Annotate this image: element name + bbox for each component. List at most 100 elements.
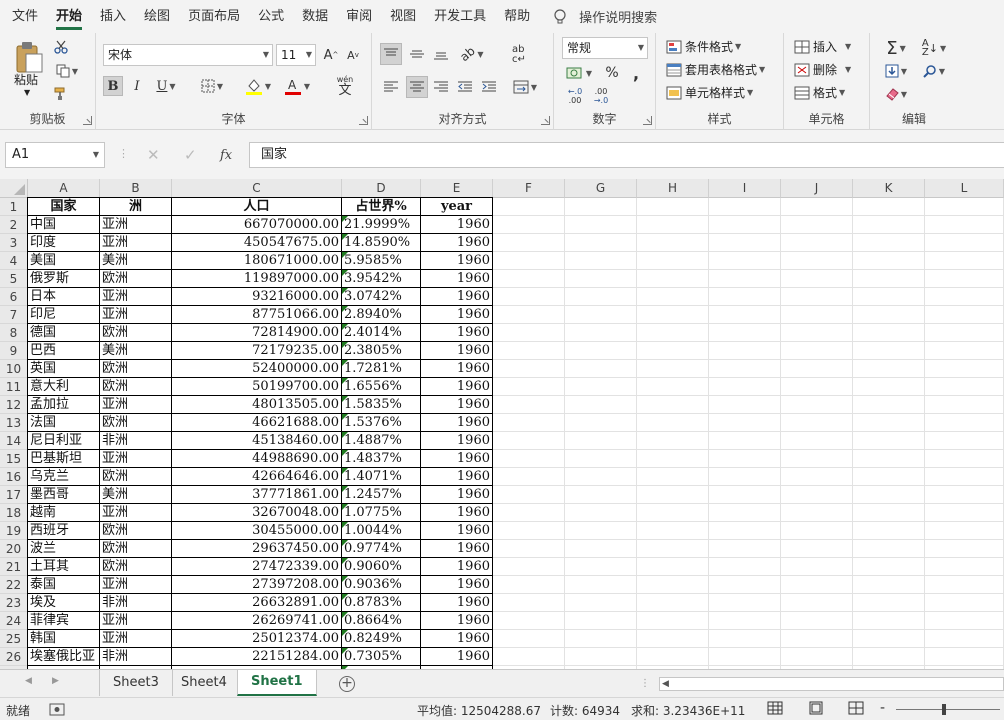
copy-icon[interactable]: ▼ <box>52 63 82 79</box>
cell-world-share[interactable]: 0.8664% <box>342 612 421 630</box>
cell-population[interactable]: 22151284.00 <box>172 648 342 666</box>
cell-year[interactable]: 1960 <box>421 486 493 504</box>
align-top-icon[interactable] <box>380 43 402 65</box>
macro-record-icon[interactable] <box>49 703 65 716</box>
align-center-icon[interactable] <box>406 76 428 98</box>
font-color-icon[interactable]: A ▼ <box>280 75 314 97</box>
zoom-out-icon[interactable]: - <box>880 700 885 716</box>
phonetic-icon[interactable]: wén 文 <box>328 74 362 98</box>
cell-year[interactable]: 1960 <box>421 522 493 540</box>
column-header-i[interactable]: I <box>709 179 781 198</box>
cell-country[interactable]: 法国 <box>28 414 100 432</box>
cell-world-share[interactable]: 2.3805% <box>342 342 421 360</box>
cell-world-share[interactable]: 2.4014% <box>342 324 421 342</box>
cell-country[interactable]: 越南 <box>28 504 100 522</box>
row-header-12[interactable]: 12 <box>0 396 28 414</box>
cell-continent[interactable]: 亚洲 <box>100 396 172 414</box>
header-cell-continent[interactable]: 洲 <box>100 198 172 216</box>
cell-country[interactable]: 尼日利亚 <box>28 432 100 450</box>
tell-me-search[interactable]: 操作说明搜索 <box>553 7 657 26</box>
row-header-8[interactable]: 8 <box>0 324 28 342</box>
cell-country[interactable]: 韩国 <box>28 630 100 648</box>
cell-continent[interactable]: 欧洲 <box>100 360 172 378</box>
cell-year[interactable]: 1960 <box>421 468 493 486</box>
align-bottom-icon[interactable] <box>430 43 452 65</box>
header-cell-year[interactable]: year <box>421 198 493 216</box>
menu-tab-file[interactable]: 文件 <box>3 0 47 33</box>
number-launcher-icon[interactable] <box>643 116 652 125</box>
format-as-table-button[interactable]: 套用表格格式 ▼ <box>666 61 765 78</box>
tab-split-handle-icon[interactable]: ⋮ <box>640 678 650 689</box>
menu-tab-page-layout[interactable]: 页面布局 <box>179 0 249 33</box>
cell-continent[interactable]: 亚洲 <box>100 234 172 252</box>
cell-population[interactable]: 26632891.00 <box>172 594 342 612</box>
cell-country[interactable]: 埃及 <box>28 594 100 612</box>
zoom-slider-track[interactable] <box>896 709 1000 710</box>
menu-tab-home[interactable]: 开始 <box>47 0 91 33</box>
cell-world-share[interactable]: 0.9060% <box>342 558 421 576</box>
cancel-icon[interactable]: ✕ <box>147 146 160 164</box>
cell-country[interactable]: 泰国 <box>28 576 100 594</box>
cell-year[interactable]: 1960 <box>421 414 493 432</box>
row-header-19[interactable]: 19 <box>0 522 28 540</box>
cut-icon[interactable] <box>52 39 70 55</box>
cell-world-share[interactable]: 1.4887% <box>342 432 421 450</box>
cell-country[interactable]: 波兰 <box>28 540 100 558</box>
cell-population[interactable]: 27472339.00 <box>172 558 342 576</box>
decrease-font-icon[interactable]: Av <box>344 46 362 64</box>
cell-country[interactable]: 日本 <box>28 288 100 306</box>
cell-world-share[interactable]: 1.6556% <box>342 378 421 396</box>
row-header-13[interactable]: 13 <box>0 414 28 432</box>
cell-continent[interactable]: 亚洲 <box>100 612 172 630</box>
row-header-3[interactable]: 3 <box>0 234 28 252</box>
cell-population[interactable]: 46621688.00 <box>172 414 342 432</box>
row-header-22[interactable]: 22 <box>0 576 28 594</box>
cell-population[interactable]: 48013505.00 <box>172 396 342 414</box>
column-header-e[interactable]: E <box>421 179 493 198</box>
cell-continent[interactable]: 欧洲 <box>100 558 172 576</box>
cell-country[interactable]: 美国 <box>28 252 100 270</box>
cell-continent[interactable]: 欧洲 <box>100 270 172 288</box>
cell-world-share[interactable]: 21.9999% <box>342 216 421 234</box>
cell-population[interactable]: 93216000.00 <box>172 288 342 306</box>
currency-format-icon[interactable]: ▼ <box>562 63 596 83</box>
cell-year[interactable]: 1960 <box>421 378 493 396</box>
column-header-f[interactable]: F <box>493 179 565 198</box>
cell-continent[interactable]: 非洲 <box>100 594 172 612</box>
sheet-tab-sheet3[interactable]: Sheet3 <box>99 670 173 696</box>
row-header-6[interactable]: 6 <box>0 288 28 306</box>
cell-year[interactable]: 1960 <box>421 360 493 378</box>
row-header-14[interactable]: 14 <box>0 432 28 450</box>
cell-population[interactable]: 29637450.00 <box>172 540 342 558</box>
cell-world-share[interactable]: 1.5835% <box>342 396 421 414</box>
increase-font-icon[interactable]: A ^ <box>322 46 340 64</box>
cell-continent[interactable]: 非洲 <box>100 432 172 450</box>
add-sheet-icon[interactable]: + <box>339 676 355 692</box>
menu-tab-help[interactable]: 帮助 <box>495 0 539 33</box>
font-name-select[interactable]: 宋体 ▼ <box>103 44 273 66</box>
cell-population[interactable]: 52400000.00 <box>172 360 342 378</box>
row-header-23[interactable]: 23 <box>0 594 28 612</box>
column-header-h[interactable]: H <box>637 179 709 198</box>
paste-icon[interactable] <box>12 39 46 75</box>
borders-icon[interactable]: ▼ <box>196 76 228 96</box>
row-header-18[interactable]: 18 <box>0 504 28 522</box>
header-cell-country[interactable]: 国家 <box>28 198 100 216</box>
cell-population[interactable]: 32670048.00 <box>172 504 342 522</box>
sheet-tab-sheet4[interactable]: Sheet4 <box>168 670 241 696</box>
cell-population[interactable]: 45138460.00 <box>172 432 342 450</box>
row-header-4[interactable]: 4 <box>0 252 28 270</box>
menu-tab-data[interactable]: 数据 <box>293 0 337 33</box>
cell-world-share[interactable]: 1.0775% <box>342 504 421 522</box>
cell-world-share[interactable]: 1.4071% <box>342 468 421 486</box>
cell-year[interactable]: 1960 <box>421 306 493 324</box>
cell-population[interactable]: 42664646.00 <box>172 468 342 486</box>
cell-year[interactable]: 1960 <box>421 540 493 558</box>
cell-population[interactable]: 72179235.00 <box>172 342 342 360</box>
align-left-icon[interactable] <box>380 76 402 98</box>
row-header-15[interactable]: 15 <box>0 450 28 468</box>
wrap-text-icon[interactable]: ab c↵ <box>508 41 530 69</box>
format-painter-icon[interactable] <box>52 86 70 102</box>
cell-country[interactable]: 印尼 <box>28 306 100 324</box>
cell-country[interactable]: 巴基斯坦 <box>28 450 100 468</box>
